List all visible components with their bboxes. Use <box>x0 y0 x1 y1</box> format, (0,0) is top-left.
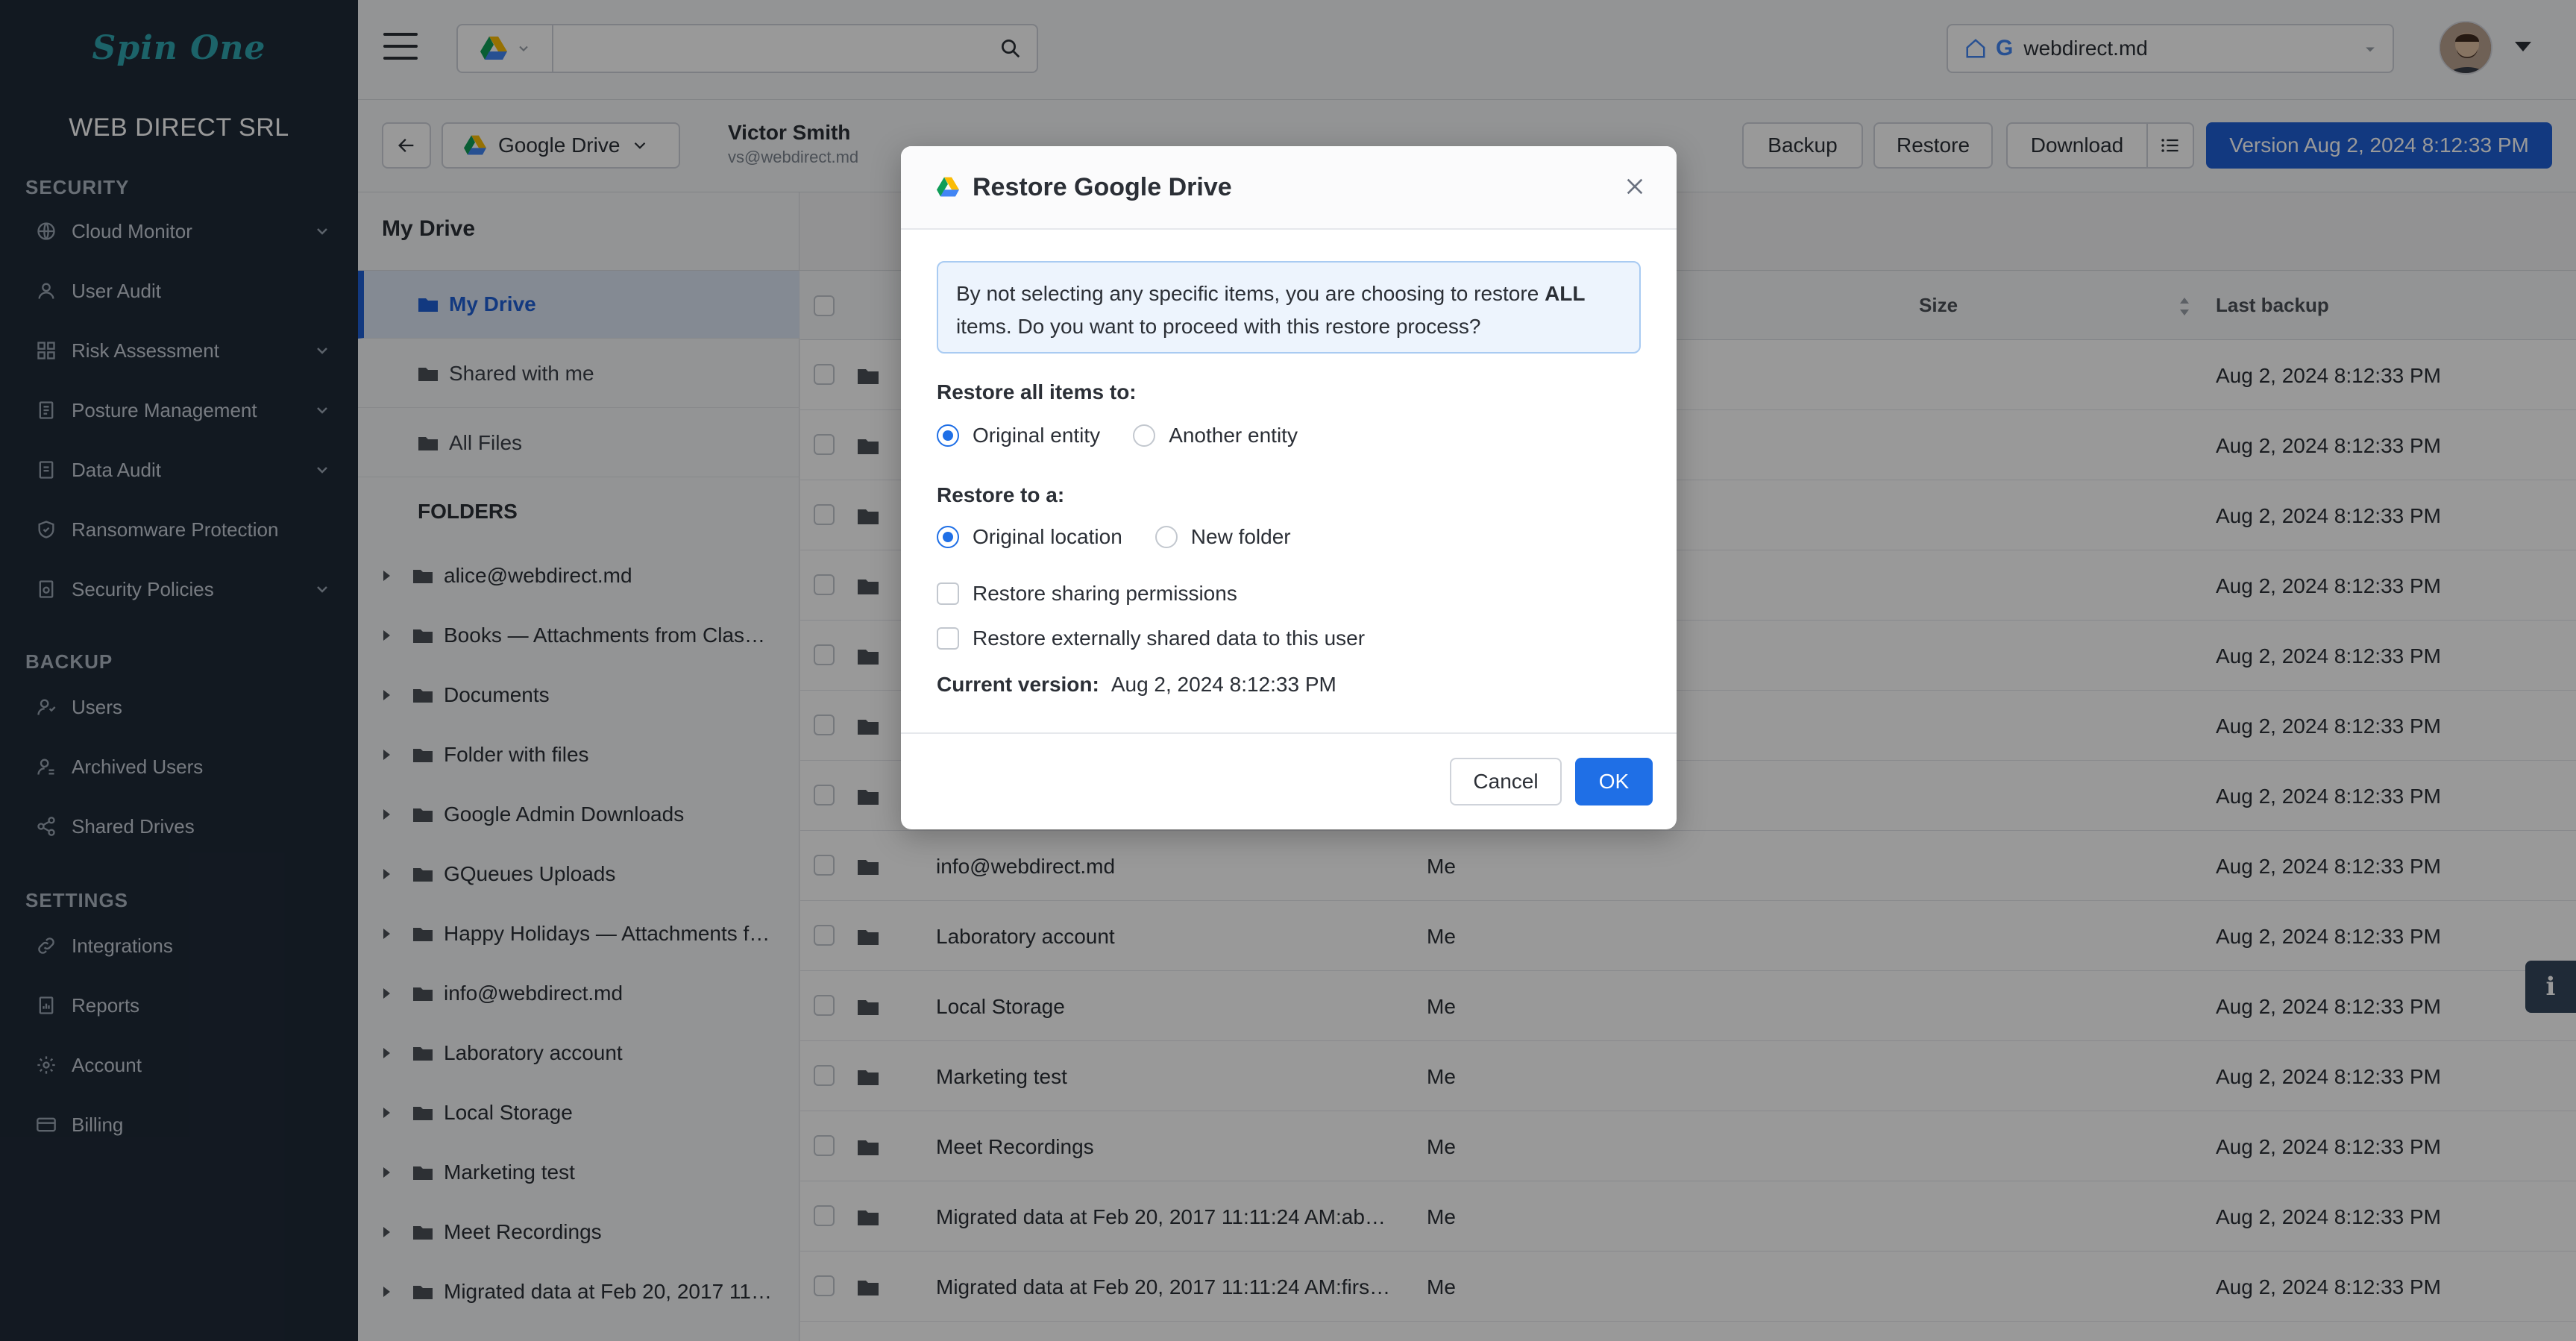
restore-dialog: Restore Google Drive By not selecting an… <box>901 146 1677 829</box>
restore-all-notice: By not selecting any specific items, you… <box>937 261 1641 354</box>
divider <box>901 732 1677 734</box>
current-version-label: Current version: <box>937 673 1099 696</box>
radio-label[interactable]: Another entity <box>1169 424 1298 447</box>
radio-original-entity[interactable] <box>937 424 959 447</box>
ok-button[interactable]: OK <box>1575 758 1653 805</box>
radio-label[interactable]: Original entity <box>973 424 1100 447</box>
radio-new-folder[interactable] <box>1155 526 1178 548</box>
dialog-header: Restore Google Drive <box>901 146 1677 230</box>
radio-another-entity[interactable] <box>1133 424 1156 447</box>
restore-items-label: Restore all items to: <box>937 380 1137 403</box>
external-data-checkbox[interactable] <box>937 627 959 650</box>
entity-radio-group: Original entity Another entity <box>937 424 1298 447</box>
radio-original-location[interactable] <box>937 526 959 548</box>
external-data-option: Restore externally shared data to this u… <box>937 626 1365 650</box>
close-icon[interactable] <box>1623 175 1647 198</box>
notice-text: By not selecting any specific items, you… <box>956 282 1545 305</box>
sharing-permissions-option: Restore sharing permissions <box>937 582 1237 606</box>
current-version-value: Aug 2, 2024 8:12:33 PM <box>1110 673 1336 696</box>
current-version: Current version: Aug 2, 2024 8:12:33 PM <box>937 673 1336 697</box>
checkbox-label[interactable]: Restore externally shared data to this u… <box>973 626 1365 650</box>
radio-label[interactable]: Original location <box>973 525 1122 549</box>
notice-bold: ALL <box>1545 282 1586 305</box>
sharing-permissions-checkbox[interactable] <box>937 582 959 605</box>
checkbox-label[interactable]: Restore sharing permissions <box>973 582 1237 606</box>
dialog-title: Restore Google Drive <box>973 173 1232 201</box>
notice-text: items. Do you want to proceed with this … <box>956 315 1481 338</box>
google-drive-icon <box>937 177 959 197</box>
location-radio-group: Original location New folder <box>937 525 1291 549</box>
cancel-button[interactable]: Cancel <box>1450 758 1562 805</box>
restore-to-label: Restore to a: <box>937 483 1065 506</box>
radio-label[interactable]: New folder <box>1191 525 1291 549</box>
